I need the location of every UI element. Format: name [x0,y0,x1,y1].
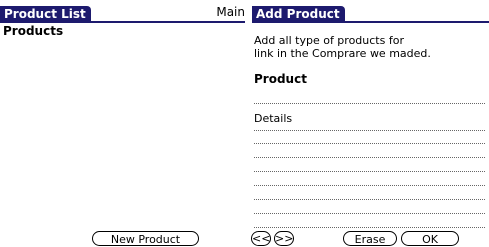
product-label: Product [254,72,307,86]
product-list-screen: Product List Main Products New Product [0,0,245,246]
details-field-line[interactable] [254,185,485,186]
product-field[interactable] [254,103,485,104]
details-field-line[interactable] [254,157,485,158]
new-product-button[interactable]: New Product [92,231,199,246]
ok-button[interactable]: OK [401,231,459,246]
products-heading: Products [3,24,64,38]
details-field-line[interactable] [254,199,485,200]
title-rule [0,21,245,23]
previous-button[interactable]: << [251,231,271,246]
details-field-line[interactable] [254,171,485,172]
details-label: Details [254,112,293,125]
description-line-2: link in the Comprare we maded. [254,47,431,60]
next-button[interactable]: >> [274,231,294,246]
category-selector[interactable]: Main [216,5,245,19]
details-field-line[interactable] [254,130,485,131]
erase-button[interactable]: Erase [343,231,397,246]
details-field-line[interactable] [254,213,485,214]
description-line-1: Add all type of products for [254,34,404,47]
add-product-screen: Add Product Add all type of products for… [250,0,489,246]
details-field-line[interactable] [254,143,485,144]
details-field-line[interactable] [254,227,485,228]
title-rule [252,21,489,23]
